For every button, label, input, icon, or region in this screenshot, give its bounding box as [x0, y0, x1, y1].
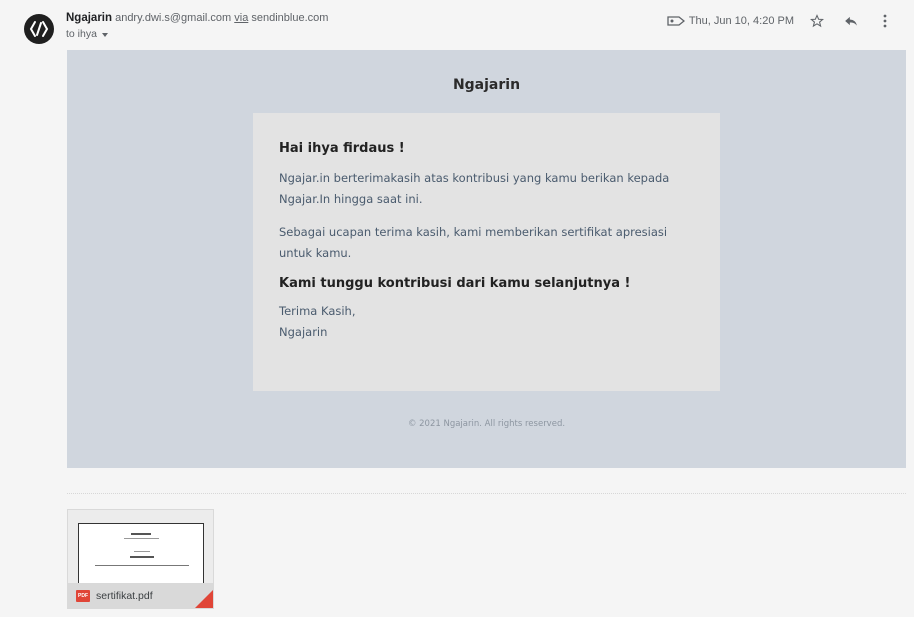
- cta-heading: Kami tunggu kontribusi dari kamu selanju…: [279, 276, 631, 291]
- label-icon[interactable]: [667, 16, 685, 26]
- greeting-heading: Hai ihya firdaus !: [279, 141, 405, 156]
- pdf-file-icon: PDF: [76, 589, 90, 602]
- email-content: Ngajarin Hai ihya firdaus ! Ngajar.in be…: [67, 50, 906, 468]
- recipient-line[interactable]: to ihya: [66, 28, 108, 40]
- message-meta: Thu, Jun 10, 4:20 PM: [667, 12, 896, 30]
- message-date: Thu, Jun 10, 4:20 PM: [688, 15, 794, 27]
- reply-icon[interactable]: [840, 12, 862, 30]
- attachments-divider: [67, 493, 906, 494]
- page-corner-icon: [195, 590, 213, 608]
- sender-email: andry.dwi.s@gmail.com: [115, 12, 232, 24]
- star-icon[interactable]: [806, 12, 828, 30]
- sender-name[interactable]: Ngajarin: [66, 12, 112, 24]
- thanks-paragraph: Ngajar.in berterimakasih atas kontribusi…: [279, 171, 670, 206]
- closing-line-2: Ngajarin: [279, 325, 328, 339]
- sender-logo-icon: [29, 21, 49, 37]
- attachment-filename: sertifikat.pdf: [96, 589, 153, 602]
- certificate-paragraph: Sebagai ucapan terima kasih, kami member…: [279, 225, 668, 260]
- recipient-label: to ihya: [66, 28, 97, 40]
- message-card: Hai ihya firdaus ! Ngajar.in berterimaka…: [253, 113, 720, 391]
- attachment-bar: PDF sertifikat.pdf: [68, 583, 213, 608]
- more-vert-icon[interactable]: [874, 12, 896, 30]
- via-domain: sendinblue.com: [251, 12, 329, 24]
- sender-line: Ngajarin andry.dwi.s@gmail.com via sendi…: [66, 12, 328, 24]
- sender-avatar[interactable]: [24, 14, 54, 44]
- chevron-down-icon[interactable]: [101, 32, 108, 37]
- email-footer: © 2021 Ngajarin. All rights reserved.: [407, 419, 566, 429]
- closing-line-1: Terima Kasih,: [279, 304, 356, 318]
- via-link[interactable]: via: [234, 12, 248, 24]
- attachment-card[interactable]: PDF sertifikat.pdf: [67, 509, 214, 609]
- brand-title: Ngajarin: [452, 77, 521, 93]
